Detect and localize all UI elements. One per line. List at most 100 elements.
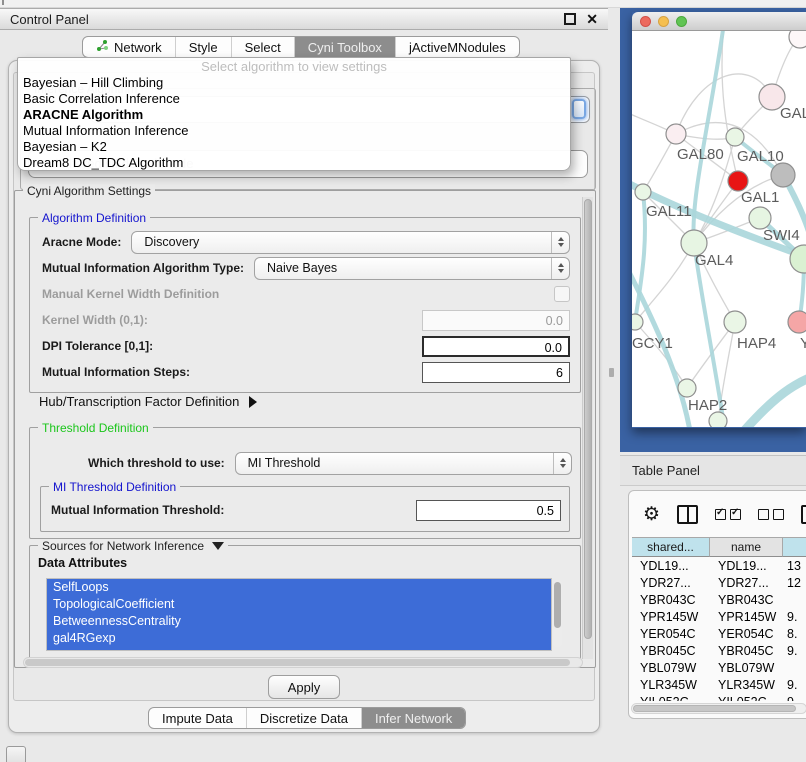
table-row[interactable]: YIL052CYIL052C9.	[632, 693, 806, 701]
tab-style[interactable]: Style	[175, 37, 231, 57]
zoom-window-icon[interactable]	[676, 16, 687, 27]
table-row[interactable]: YDL19...YDL19...13	[632, 557, 806, 574]
dropdown-item-basic-correlation-inference[interactable]: Basic Correlation Inference	[18, 91, 570, 107]
cell: 9.	[783, 678, 806, 692]
table-row[interactable]: YLR345WYLR345W9.	[632, 676, 806, 693]
expand-right-icon[interactable]	[249, 396, 257, 408]
select-all-icon[interactable]	[715, 509, 741, 520]
sources-group: Sources for Network Inference Data Attri…	[29, 545, 581, 663]
network-node-gcy1[interactable]	[632, 314, 643, 330]
corner-tick	[2, 0, 4, 5]
mi-type-combobox[interactable]: Naive Bayes	[254, 257, 570, 280]
close-window-icon[interactable]	[640, 16, 651, 27]
tab-label: jActiveMNodules	[409, 40, 506, 55]
control-panel-titlebar: Control Panel ✕	[0, 8, 608, 30]
control-panel-title: Control Panel	[10, 12, 89, 27]
algorithm-definition-group: Algorithm Definition Aracne Mode: Discov…	[29, 217, 581, 393]
settings-vertical-scrollbar[interactable]	[582, 197, 593, 659]
table-row[interactable]: YDR27...YDR27...12	[632, 574, 806, 591]
cell: YIL052C	[710, 695, 783, 702]
dpi-tolerance-field[interactable]: 0.0	[422, 336, 570, 357]
network-node-gal10[interactable]	[726, 128, 744, 146]
table-horizontal-scrollbar[interactable]	[631, 703, 806, 714]
dropdown-item-aracne-algorithm[interactable]: ARACNE Algorithm	[18, 107, 570, 123]
attribute-item-gal4rgexp[interactable]: gal4RGexp	[47, 630, 551, 647]
table-row[interactable]: YBL079WYBL079W	[632, 659, 806, 676]
attribute-item-topologicalcoefficient[interactable]: TopologicalCoefficient	[47, 596, 551, 613]
close-panel-icon[interactable]: ✕	[586, 12, 598, 26]
tab-jactivemnodules[interactable]: jActiveMNodules	[395, 37, 519, 57]
manual-kernel-checkbox[interactable]	[554, 286, 570, 302]
mi-threshold-group: MI Threshold Definition Mutual Informati…	[40, 486, 570, 532]
collapse-down-icon[interactable]	[212, 542, 224, 550]
table-row[interactable]: YER054CYER054C8.	[632, 625, 806, 642]
network-node-gal80[interactable]	[666, 124, 686, 144]
network-window-titlebar[interactable]	[632, 12, 806, 31]
network-edge	[632, 179, 806, 261]
mini-panel-button[interactable]	[6, 746, 26, 762]
dropdown-item-mutual-information-inference[interactable]: Mutual Information Inference	[18, 123, 570, 139]
tab-cyni-toolbox[interactable]: Cyni Toolbox	[294, 37, 395, 57]
node-label-gal80: GAL80	[677, 146, 724, 163]
column-view-icon[interactable]	[677, 505, 698, 524]
data-attributes-list[interactable]: SelfLoopsTopologicalCoefficientBetweenne…	[46, 578, 552, 651]
table-row[interactable]: YBR045CYBR045C9.	[632, 642, 806, 659]
attributes-list-scrollbar[interactable]	[553, 580, 562, 647]
cyni-algorithm-settings-group: Cyni Algorithm Settings Algorithm Defini…	[14, 190, 596, 668]
kernel-width-field: 0.0	[422, 310, 570, 331]
network-node[interactable]	[789, 31, 806, 48]
network-node[interactable]	[709, 412, 727, 427]
mi-type-label: Mutual Information Algorithm Type:	[42, 261, 244, 275]
network-node[interactable]	[771, 163, 795, 187]
which-threshold-value: MI Threshold	[248, 456, 321, 470]
minimize-window-icon[interactable]	[658, 16, 669, 27]
hub-definition-expander[interactable]: Hub/Transcription Factor Definition	[39, 394, 257, 409]
network-node-gal11[interactable]	[635, 184, 651, 200]
network-node-hap2[interactable]	[678, 379, 696, 397]
table-row[interactable]: YBR043CYBR043C	[632, 591, 806, 608]
table-row[interactable]: YPR145WYPR145W9.	[632, 608, 806, 625]
dropdown-item-bayesian-k2[interactable]: Bayesian – K2	[18, 139, 570, 155]
attribute-item-selfloops[interactable]: SelfLoops	[47, 579, 551, 596]
network-node-y[interactable]	[788, 311, 806, 333]
aracne-mode-combobox[interactable]: Discovery	[131, 231, 570, 254]
network-node-hap4[interactable]	[724, 311, 746, 333]
apply-button[interactable]: Apply	[268, 675, 340, 699]
table-panel-card: ⚙ shared...nameA YDL19...YDL19...13YDR27…	[628, 490, 806, 719]
splitter-handle[interactable]	[609, 368, 614, 377]
deselect-all-icon[interactable]	[758, 509, 784, 520]
network-canvas[interactable]: GALGAL80GAL10GAL11GAL1SWI4GAL4GCY1HAP4YH…	[632, 31, 806, 427]
mi-steps-field[interactable]: 6	[422, 362, 570, 383]
attribute-item-betweennesscentrality[interactable]: BetweennessCentrality	[47, 613, 551, 630]
tab-discretize-data[interactable]: Discretize Data	[246, 708, 361, 728]
dropdown-item-dream8-dc-tdc-algorithm[interactable]: Dream8 DC_TDC Algorithm	[18, 155, 570, 171]
node-label-gal1: GAL1	[741, 189, 779, 206]
float-panel-icon[interactable]	[564, 13, 576, 25]
tab-label: Discretize Data	[260, 711, 348, 726]
column-header-name[interactable]: name	[710, 537, 783, 557]
bottom-tabs: Impute Data Discretize Data Infer Network	[148, 707, 466, 729]
cell: 13	[783, 559, 806, 573]
settings-horizontal-scrollbar[interactable]	[23, 657, 583, 668]
tab-impute-data[interactable]: Impute Data	[149, 708, 246, 728]
threshold-definition-group: Threshold Definition Which threshold to …	[29, 427, 581, 539]
tab-label: Select	[245, 40, 281, 55]
new-column-icon[interactable]	[801, 505, 806, 524]
cell: YBR045C	[632, 644, 710, 658]
network-icon	[96, 39, 109, 55]
network-node[interactable]	[728, 171, 748, 191]
cell: YIL052C	[632, 695, 710, 702]
column-header-a[interactable]: A	[783, 537, 806, 557]
dropdown-item-bayesian-hill-climbing[interactable]: Bayesian – Hill Climbing	[18, 75, 570, 91]
gear-icon[interactable]: ⚙	[643, 505, 660, 524]
tab-network[interactable]: Network	[83, 37, 175, 57]
cell: YDR27...	[710, 576, 783, 590]
which-threshold-combobox[interactable]: MI Threshold	[235, 452, 572, 475]
network-node-gal1[interactable]	[749, 207, 771, 229]
mi-threshold-field[interactable]: 0.5	[416, 500, 561, 521]
tab-infer-network[interactable]: Infer Network	[361, 708, 465, 728]
sources-group-title[interactable]: Sources for Network Inference	[38, 539, 228, 553]
column-header-shared[interactable]: shared...	[632, 537, 710, 557]
tab-select[interactable]: Select	[231, 37, 294, 57]
combobox-stepper-icon[interactable]	[572, 99, 586, 119]
